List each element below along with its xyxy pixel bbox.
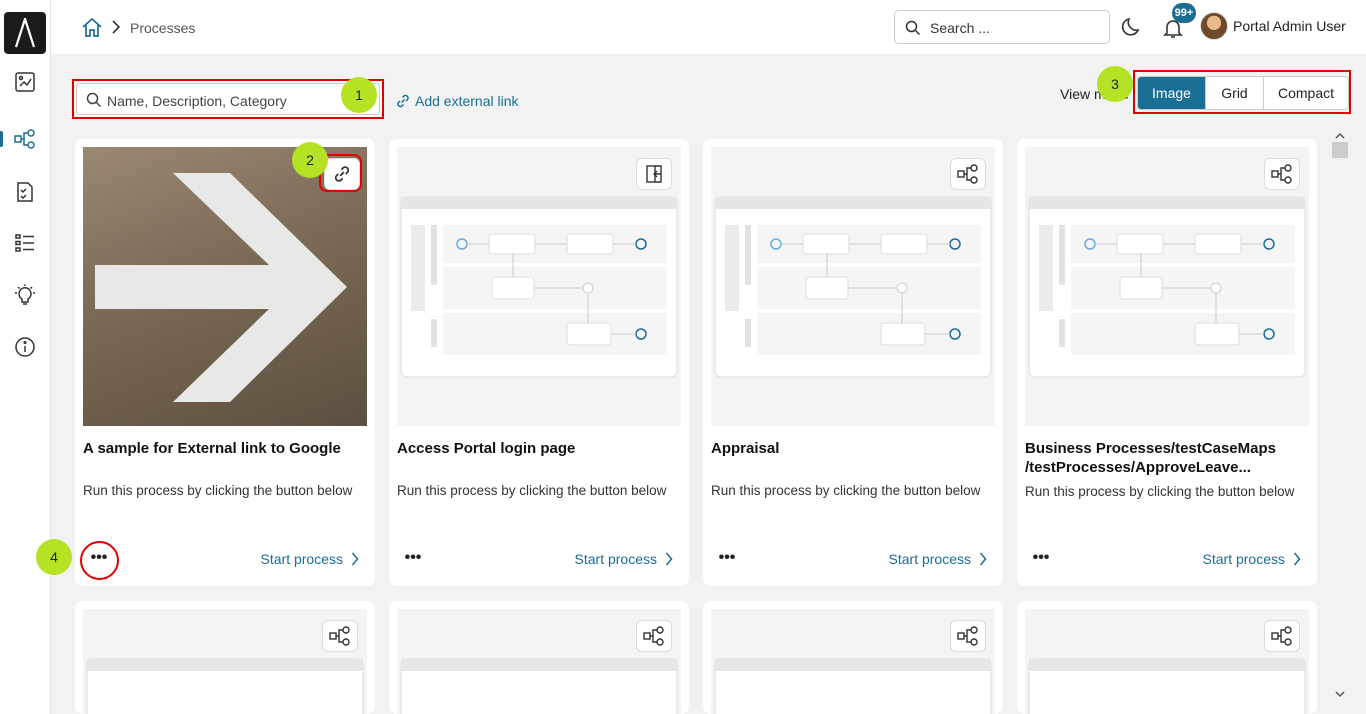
process-card: Access Portal login page Run this proces… — [389, 139, 689, 586]
login-icon — [646, 165, 662, 183]
card-description: Run this process by clicking the button … — [397, 483, 667, 498]
process-filter-input[interactable]: Name, Description, Category — [76, 83, 380, 115]
start-process-link[interactable]: Start process — [1203, 551, 1301, 567]
info-icon[interactable] — [13, 335, 37, 359]
start-process-link[interactable]: Start process — [575, 551, 673, 567]
app-logo[interactable] — [4, 12, 46, 54]
chevron-right-icon — [979, 552, 987, 566]
search-icon — [905, 20, 921, 36]
home-icon[interactable] — [81, 16, 103, 38]
add-external-link-label: Add external link — [415, 93, 519, 109]
active-indicator — [0, 131, 3, 147]
chevron-right-icon — [1293, 552, 1301, 566]
view-mode-compact-button[interactable]: Compact — [1264, 77, 1348, 109]
card-description: Run this process by clicking the button … — [1025, 484, 1295, 499]
case-list-icon[interactable] — [13, 231, 37, 255]
process-icon — [957, 164, 978, 184]
start-process-link[interactable]: Start process — [889, 551, 987, 567]
more-options-button[interactable]: ••• — [405, 549, 422, 566]
process-icon — [329, 626, 350, 646]
start-process-label: Start process — [574, 551, 657, 567]
search-icon — [86, 92, 102, 108]
process-card — [389, 601, 689, 714]
view-mode-highlight: Image Grid Compact — [1133, 70, 1351, 114]
filter-placeholder: Name, Description, Category — [107, 93, 287, 109]
scroll-up-icon[interactable] — [1334, 128, 1346, 139]
filter-highlight: Name, Description, Category — [72, 79, 384, 119]
start-process-label: Start process — [888, 551, 971, 567]
breadcrumb-processes: Processes — [130, 20, 196, 36]
process-icon[interactable] — [13, 127, 37, 151]
card-title: Business Processes/testCaseMaps /testPro… — [1025, 440, 1276, 476]
more-options-button[interactable]: ••• — [719, 549, 736, 566]
card-title: A sample for External link to Google — [83, 440, 341, 457]
top-header: Processes Search ... 99+ Portal Admin Us… — [51, 0, 1366, 54]
search-placeholder: Search ... — [930, 20, 990, 36]
task-icon[interactable] — [13, 180, 37, 204]
card-description: Run this process by clicking the button … — [83, 483, 353, 498]
process-card — [75, 601, 375, 714]
link-icon — [397, 94, 409, 108]
process-icon — [1271, 626, 1292, 646]
scroll-down-icon[interactable] — [1334, 686, 1346, 698]
dashboard-icon[interactable] — [13, 70, 37, 94]
process-icon — [643, 626, 664, 646]
annotation-marker-3: 3 — [1097, 66, 1133, 102]
view-mode-toggle: Image Grid Compact — [1137, 76, 1349, 110]
global-search-input[interactable]: Search ... — [894, 10, 1110, 44]
card-title: Appraisal — [711, 440, 780, 457]
annotation-marker-4: 4 — [36, 539, 72, 575]
process-icon — [1271, 164, 1292, 184]
card-title: Access Portal login page — [397, 440, 576, 457]
process-card — [1017, 601, 1317, 714]
sidebar — [0, 0, 51, 714]
card-process-button[interactable] — [950, 620, 986, 652]
user-name[interactable]: Portal Admin User — [1233, 18, 1346, 34]
process-icon — [957, 626, 978, 646]
process-card: A sample for External link to Google Run… — [75, 139, 375, 586]
view-mode-grid-button[interactable]: Grid — [1206, 77, 1264, 109]
card-process-button[interactable] — [322, 620, 358, 652]
card-process-button[interactable] — [1264, 158, 1300, 190]
scrollbar-thumb[interactable] — [1332, 142, 1348, 158]
card-process-button[interactable] — [1264, 620, 1300, 652]
annotation-marker-1: 1 — [341, 77, 377, 113]
more-options-button[interactable]: ••• — [1033, 549, 1050, 566]
chevron-right-icon — [351, 552, 359, 566]
more-options-highlight — [80, 541, 119, 580]
card-description: Run this process by clicking the button … — [711, 483, 981, 498]
notification-badge: 99+ — [1172, 3, 1196, 23]
card-process-button[interactable] — [950, 158, 986, 190]
view-mode-image-button[interactable]: Image — [1138, 77, 1206, 109]
start-process-label: Start process — [260, 551, 343, 567]
chevron-right-icon — [111, 20, 121, 34]
card-process-button[interactable] — [636, 620, 672, 652]
avatar[interactable] — [1200, 12, 1228, 40]
annotation-marker-2: 2 — [292, 142, 328, 178]
start-process-link[interactable]: Start process — [261, 551, 359, 567]
process-card: Business Processes/testCaseMaps /testPro… — [1017, 139, 1317, 586]
start-process-label: Start process — [1202, 551, 1285, 567]
process-card — [703, 601, 1003, 714]
card-login-button[interactable] — [636, 158, 672, 190]
process-card: Appraisal Run this process by clicking t… — [703, 139, 1003, 586]
chevron-right-icon — [665, 552, 673, 566]
dark-mode-icon[interactable] — [1121, 16, 1143, 38]
add-external-link[interactable]: Add external link — [395, 92, 519, 110]
idea-icon[interactable] — [13, 283, 37, 307]
